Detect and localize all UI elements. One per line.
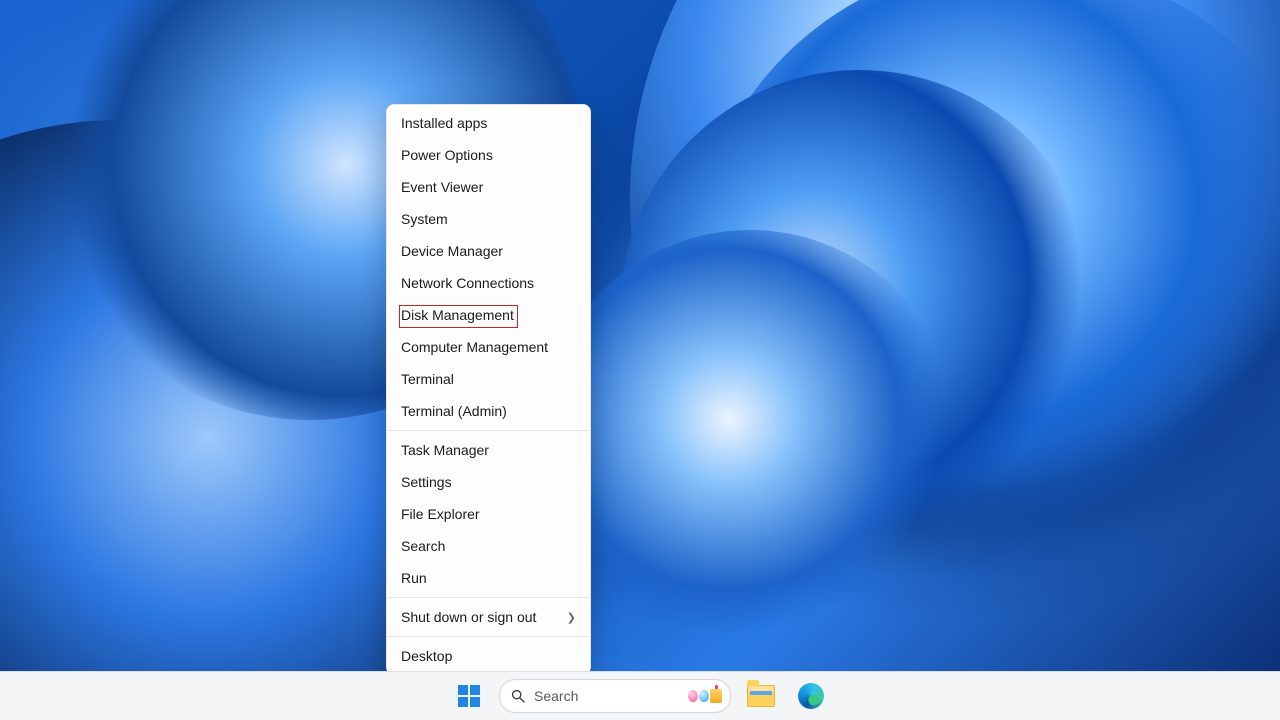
menu-item-label: Terminal (Admin) — [401, 395, 507, 427]
search-highlight-icon — [688, 689, 722, 703]
menu-item-event-viewer[interactable]: Event Viewer — [387, 171, 590, 203]
file-explorer-icon — [747, 685, 775, 707]
menu-item-label: System — [401, 203, 448, 235]
menu-item-shut-down-or-sign-out[interactable]: Shut down or sign out ❯ — [387, 601, 590, 633]
menu-item-label: Settings — [401, 466, 452, 498]
start-context-menu: Installed appsPower OptionsEvent ViewerS… — [386, 104, 591, 675]
menu-item-label: Device Manager — [401, 235, 503, 267]
menu-item-run[interactable]: Run — [387, 562, 590, 594]
menu-item-label: Run — [401, 562, 427, 594]
menu-item-label: Event Viewer — [401, 171, 483, 203]
search-icon — [510, 688, 526, 704]
menu-item-label: Power Options — [401, 139, 493, 171]
search-placeholder: Search — [534, 688, 680, 704]
menu-separator — [388, 430, 589, 431]
menu-item-task-manager[interactable]: Task Manager — [387, 434, 590, 466]
menu-item-network-connections[interactable]: Network Connections — [387, 267, 590, 299]
menu-item-settings[interactable]: Settings — [387, 466, 590, 498]
menu-item-label: Task Manager — [401, 434, 489, 466]
chevron-right-icon: ❯ — [567, 611, 576, 624]
menu-item-file-explorer[interactable]: File Explorer — [387, 498, 590, 530]
menu-item-search[interactable]: Search — [387, 530, 590, 562]
edge-icon — [798, 683, 824, 709]
menu-separator — [388, 597, 589, 598]
menu-item-computer-management[interactable]: Computer Management — [387, 331, 590, 363]
menu-item-label: Network Connections — [401, 267, 534, 299]
menu-item-label: Computer Management — [401, 331, 548, 363]
windows-logo-icon — [457, 684, 481, 708]
menu-item-terminal[interactable]: Terminal — [387, 363, 590, 395]
menu-item-installed-apps[interactable]: Installed apps — [387, 107, 590, 139]
menu-item-label: Shut down or sign out — [401, 601, 536, 633]
menu-item-label: Search — [401, 530, 445, 562]
menu-item-label: Disk Management — [401, 299, 514, 331]
menu-item-device-manager[interactable]: Device Manager — [387, 235, 590, 267]
menu-item-desktop[interactable]: Desktop — [387, 640, 590, 672]
menu-item-disk-management[interactable]: Disk Management — [387, 299, 590, 331]
menu-item-label: Installed apps — [401, 107, 487, 139]
menu-item-label: Desktop — [401, 640, 452, 672]
menu-item-label: Terminal — [401, 363, 454, 395]
menu-separator — [388, 636, 589, 637]
desktop[interactable]: Installed appsPower OptionsEvent ViewerS… — [0, 0, 1280, 720]
edge-taskbar-button[interactable] — [791, 676, 831, 716]
menu-item-power-options[interactable]: Power Options — [387, 139, 590, 171]
taskbar-search[interactable]: Search — [499, 679, 731, 713]
menu-item-label: File Explorer — [401, 498, 480, 530]
start-button[interactable] — [449, 676, 489, 716]
file-explorer-taskbar-button[interactable] — [741, 676, 781, 716]
menu-item-terminal-admin[interactable]: Terminal (Admin) — [387, 395, 590, 427]
menu-item-system[interactable]: System — [387, 203, 590, 235]
taskbar: Search — [0, 671, 1280, 720]
desktop-wallpaper — [0, 0, 1280, 720]
